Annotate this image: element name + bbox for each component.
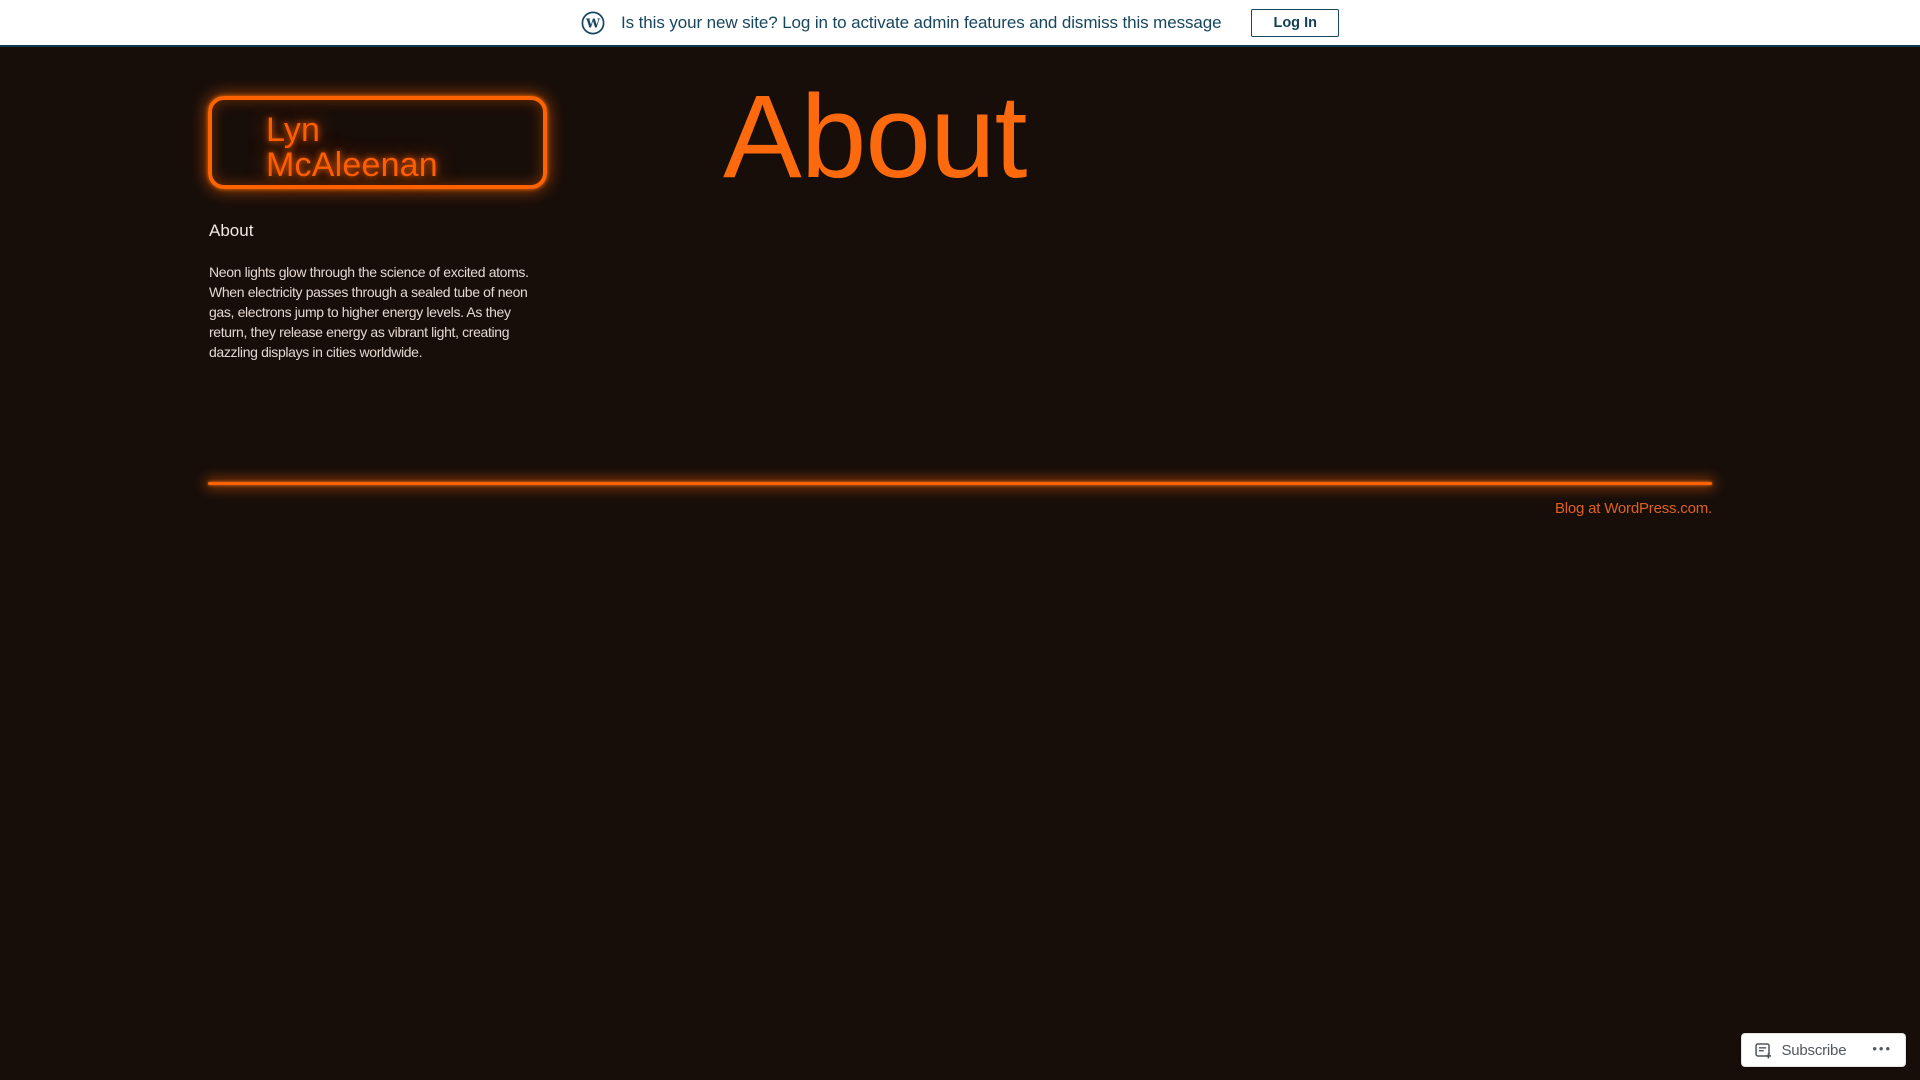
site-header-box: Lyn McAleenan [208,96,547,189]
subscribe-label: Subscribe [1781,1041,1847,1059]
subscribe-widget: Subscribe ••• [1741,1033,1906,1067]
log-in-button[interactable]: Log In [1251,8,1339,37]
wordpress-credit-link[interactable]: Blog at WordPress.com. [208,500,1712,517]
svg-text:W: W [585,15,601,30]
ellipsis-icon: ••• [1872,1040,1892,1056]
nav-item-about[interactable]: About [209,221,253,241]
subscribe-icon [1755,1042,1772,1058]
neon-divider [208,482,1712,485]
page-title: About [723,71,1027,203]
subscribe-button[interactable]: Subscribe [1754,1041,1847,1060]
admin-notice-banner: W Is this your new site? Log in to activ… [0,0,1920,47]
admin-notice-text: Is this your new site? Log in to activat… [621,12,1222,32]
site-intro-paragraph: Neon lights glow through the science of … [209,264,529,361]
more-options-button[interactable]: ••• [1872,1042,1892,1059]
site-title[interactable]: Lyn McAleenan [266,113,471,183]
wordpress-logo-icon: W [581,11,605,34]
